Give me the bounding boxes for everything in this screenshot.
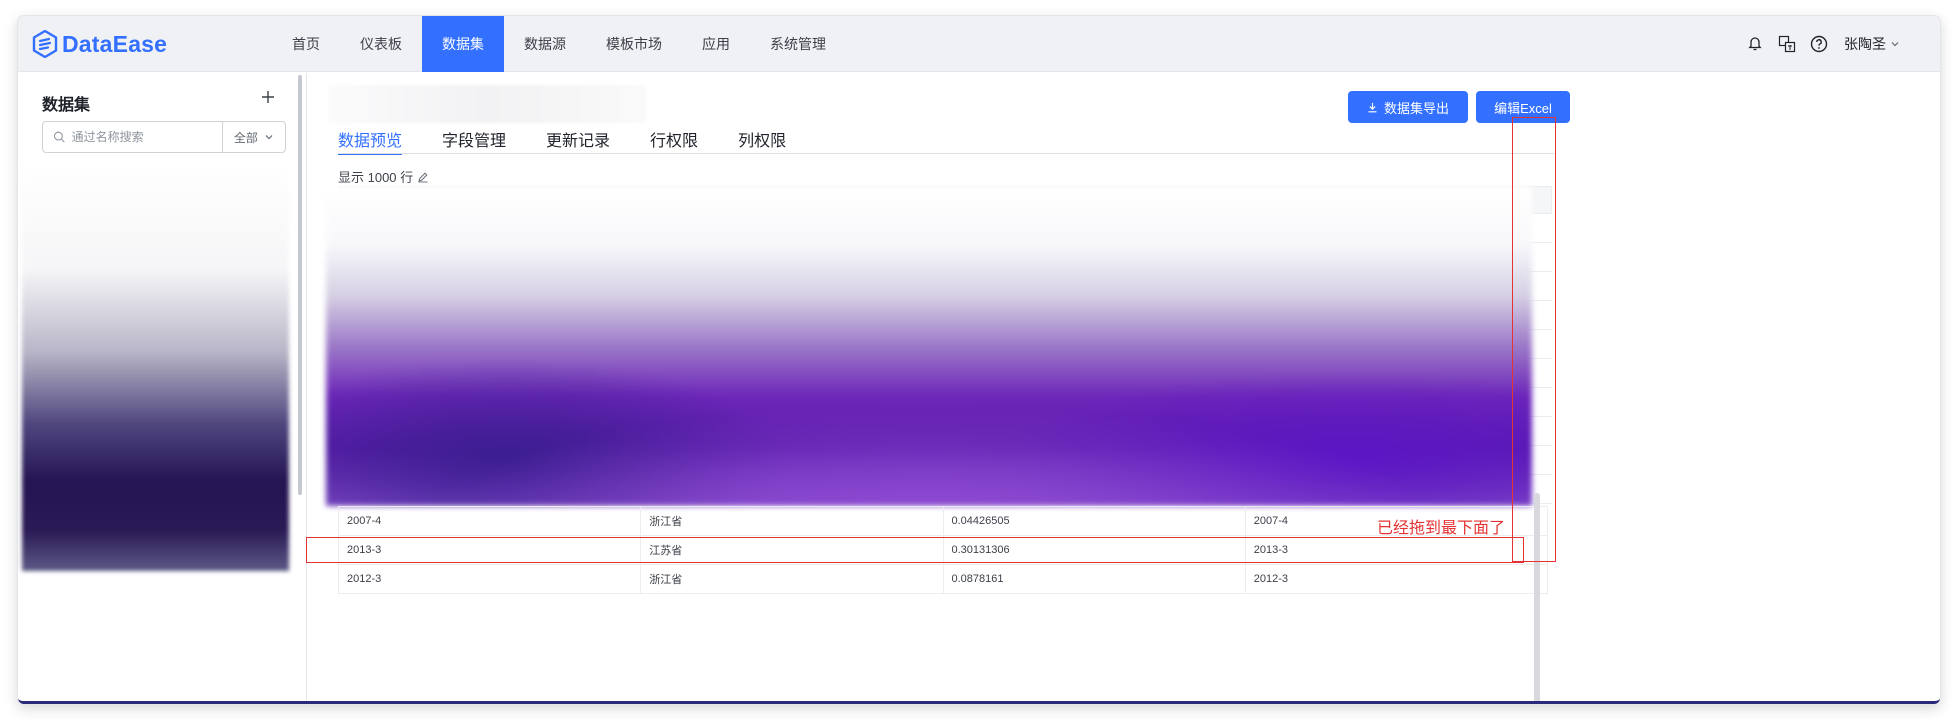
nav-item-dataset[interactable]: 数据集	[422, 16, 504, 72]
tab-update-records[interactable]: 更新记录	[546, 127, 610, 153]
nav-item-template-market[interactable]: 模板市场	[586, 16, 682, 72]
user-menu[interactable]: 张陶圣	[1844, 34, 1900, 54]
header-actions: 张陶圣	[1746, 16, 1900, 72]
edit-button-label: 编辑Excel	[1494, 100, 1552, 116]
table-cell: 0.0878161	[942, 564, 1246, 594]
plus-icon	[262, 91, 274, 103]
tab-data-preview[interactable]: 数据预览	[338, 127, 403, 155]
tab-field-management[interactable]: 字段管理	[442, 127, 506, 153]
table-data-blurred	[326, 186, 1532, 506]
export-dataset-button[interactable]: 数据集导出	[1348, 91, 1468, 123]
nav-item-datasource[interactable]: 数据源	[504, 16, 586, 72]
dataset-sidebar: 数据集 全部	[18, 73, 308, 701]
dataset-search: 全部	[42, 121, 286, 153]
notification-icon[interactable]	[1746, 35, 1764, 53]
dataset-detail-panel: 数据集导出 编辑Excel 数据预览 字段管理 更新记录 行权限 列权限 显示 …	[308, 73, 1940, 701]
brand-name: DataEase	[62, 30, 168, 57]
annotation-box-scrollbar	[1512, 117, 1556, 562]
search-input[interactable]	[71, 123, 222, 151]
table-cell: 2007-4	[337, 506, 642, 536]
row-count-text: 显示 1000 行	[338, 170, 414, 185]
filter-label: 全部	[233, 130, 258, 145]
add-dataset-button[interactable]	[258, 87, 278, 107]
nav-item-system-management[interactable]: 系统管理	[750, 16, 846, 72]
sidebar-scrollbar[interactable]	[298, 75, 302, 495]
chevron-down-icon	[265, 135, 273, 140]
sidebar-title: 数据集	[42, 97, 91, 114]
sidebar-divider[interactable]	[306, 73, 307, 701]
table-cell: 2012-3	[1244, 564, 1549, 594]
user-name: 张陶圣	[1844, 36, 1886, 52]
download-icon	[1368, 102, 1377, 112]
search-filter-select[interactable]: 全部	[221, 122, 285, 152]
dataset-tree-blurred[interactable]	[22, 163, 289, 571]
table-cell: 0.04426505	[942, 506, 1246, 536]
tabs-divider	[338, 153, 1554, 154]
nav-item-home[interactable]: 首页	[272, 16, 340, 72]
annotation-text: 已经拖到最下面了	[1377, 518, 1506, 537]
annotation-box-last-row	[306, 537, 1524, 563]
table-row: 2012-3 浙江省 0.0878161 2012-3	[337, 564, 1549, 594]
tab-column-permissions[interactable]: 列权限	[738, 127, 786, 153]
help-icon[interactable]	[1810, 35, 1828, 53]
row-count-info: 显示 1000 行	[338, 167, 429, 186]
nav-item-apps[interactable]: 应用	[682, 16, 750, 72]
top-navigation-bar: DataEase 首页 仪表板 数据集 数据源 模板市场 应用 系统管理 张陶圣	[18, 16, 1940, 72]
export-button-label: 数据集导出	[1383, 100, 1449, 116]
dataset-name-blurred	[328, 85, 646, 123]
translate-icon[interactable]	[1778, 35, 1796, 53]
app-window: DataEase 首页 仪表板 数据集 数据源 模板市场 应用 系统管理 张陶圣	[18, 16, 1940, 704]
dataset-tabs: 数据预览 字段管理 更新记录 行权限 列权限	[338, 127, 786, 155]
table-cell: 浙江省	[640, 506, 944, 536]
chevron-down-icon	[1891, 42, 1899, 47]
tab-row-permissions[interactable]: 行权限	[650, 127, 698, 153]
search-icon	[53, 131, 65, 143]
logo-icon	[32, 30, 58, 58]
nav-item-dashboard[interactable]: 仪表板	[340, 16, 422, 72]
table-cell: 浙江省	[640, 564, 944, 594]
main-nav: 首页 仪表板 数据集 数据源 模板市场 应用 系统管理	[272, 16, 846, 72]
table-cell: 2012-3	[337, 564, 642, 594]
dataease-logo[interactable]: DataEase	[32, 27, 167, 61]
edit-icon[interactable]	[417, 171, 429, 183]
preview-table: 2007-4 浙江省 0.04426505 2007-4 2013-3 江苏省 …	[326, 186, 1552, 701]
table-row: 2007-4 浙江省 0.04426505 2007-4	[337, 506, 1549, 536]
